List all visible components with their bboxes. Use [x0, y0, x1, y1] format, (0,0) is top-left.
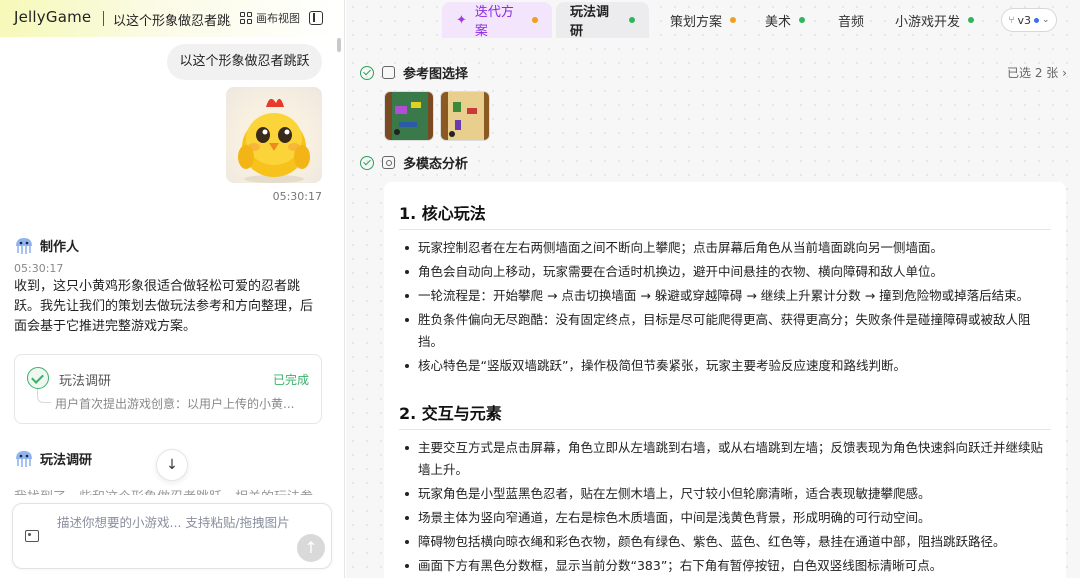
chat-panel: JellyGame 以这个形象做忍者跳跃 画布视图 以这个形象做忍者跳跃 05:… — [0, 0, 345, 578]
input-placeholder: 描述你想要的小游戏... 支持粘贴/拖拽图片 — [57, 515, 290, 530]
list-item: 玩家控制忍者在左右两侧墙面之间不断向上攀爬；点击屏幕后角色从当前墙面跳向另一侧墙… — [404, 237, 1050, 259]
grid-icon — [240, 12, 252, 24]
connector-line — [37, 389, 51, 403]
agent2-message: 我找到了一些和这个形象做忍者跳跃，相关的玩法参考 — [14, 490, 314, 501]
tab-game-dev[interactable]: 小游戏开发 — [881, 2, 988, 38]
analysis-section-header[interactable]: 多模态分析 — [360, 153, 468, 172]
status-dot — [629, 17, 635, 23]
task-title: 玩法调研 — [59, 374, 112, 389]
jellyfish-avatar-icon — [14, 237, 34, 255]
version-label: v3 — [1017, 13, 1031, 27]
reference-section-header[interactable]: 参考图选择 — [360, 63, 468, 82]
check-circle-icon — [360, 155, 374, 170]
brand-logo[interactable]: JellyGame — [14, 8, 91, 26]
selected-count-label: 已选 2 张 — [1007, 66, 1059, 80]
tab-label: 小游戏开发 — [895, 14, 961, 30]
prompt-input[interactable]: 描述你想要的小游戏... 支持粘贴/拖拽图片 ↑ — [12, 503, 332, 569]
uploaded-image[interactable] — [226, 87, 322, 183]
canvas-view-button[interactable]: 画布视图 — [240, 10, 300, 26]
game-screenshot-green — [394, 102, 421, 135]
tab-art[interactable]: 美术 — [751, 2, 819, 38]
analysis-document: 1. 核心玩法 玩家控制忍者在左右两侧墙面之间不断向上攀爬；点击屏幕后角色从当前… — [384, 182, 1066, 578]
tab-label: 迭代方案 — [474, 5, 514, 39]
heading-core-gameplay: 1. 核心玩法 — [399, 204, 486, 223]
agent-timestamp: 05:30:17 — [14, 262, 64, 275]
chevron-down-icon: ⌄ — [1041, 15, 1050, 25]
status-dot — [532, 17, 538, 23]
list-item: 主要交互方式是点击屏幕，角色立即从左墙跳到右墙，或从右墙跳到左墙；反馈表现为角色… — [404, 437, 1050, 481]
tab-label: 音频 — [838, 14, 865, 30]
list-item: 玩家角色是小型蓝黑色忍者，贴在左侧木墙上，尺寸较小但轮廓清晰，适合表现敏捷攀爬感… — [404, 483, 1050, 505]
image-upload-icon[interactable] — [25, 530, 39, 542]
collapse-sidebar-icon[interactable] — [309, 11, 323, 25]
canvas-view-label: 画布视图 — [256, 12, 300, 25]
list-item: 场景主体为竖向窄通道，左右是棕色木质墙面，中间是浅黄色背景，形成明确的可行动空间… — [404, 507, 1050, 529]
status-dot — [1033, 17, 1039, 23]
reference-thumbnail[interactable] — [384, 91, 434, 141]
tab-label: 策划方案 — [670, 14, 723, 30]
user-message: 以这个形象做忍者跳跃 — [167, 44, 322, 80]
chevron-right-icon: › — [1062, 66, 1067, 80]
core-gameplay-list: 玩家控制忍者在左右两侧墙面之间不断向上攀爬；点击屏幕后角色从当前墙面跳向另一侧墙… — [404, 237, 1050, 379]
tab-iteration[interactable]: ✦ 迭代方案 — [442, 2, 552, 39]
list-item: 一轮流程是：开始攀爬 → 点击切换墙面 → 躲避或穿越障碍 → 继续上升累计分数… — [404, 285, 1050, 307]
agent-name: 制作人 — [40, 240, 80, 255]
section-title: 多模态分析 — [403, 157, 469, 172]
tab-bar: ✦ 迭代方案 玩法调研 策划方案 美术 音频 小游戏开发 ⑂ v3 ⌄ — [346, 0, 1080, 40]
list-item: 角色会自动向上移动，玩家需要在合适时机换边，避开中间悬挂的衣物、横向障碍和敌人单… — [404, 261, 1050, 283]
tab-label: 玩法调研 — [570, 5, 610, 39]
status-dot — [968, 17, 975, 23]
game-screenshot-yellow — [449, 102, 477, 137]
agent-message: 收到，这只小黄鸡形象很适合做轻松可爱的忍者跳跃。我先让我们的策划去做玩法参考和方… — [14, 279, 314, 334]
image-icon — [382, 66, 395, 79]
list-item: 画面下方有黑色分数框，显示当前分数“383”；右下角有暂停按钮，白色双竖线图标清… — [404, 555, 1050, 577]
branch-icon: ⑂ — [1008, 14, 1015, 26]
tab-audio[interactable]: 音频 — [824, 2, 878, 38]
task-description: 用户首次提出游戏创意：以用户上传的小黄... — [55, 397, 295, 411]
scroll-down-button[interactable]: ↓ — [156, 449, 188, 481]
list-item: 障碍物包括横向晾衣绳和彩色衣物，颜色有绿色、紫色、蓝色、红色等，悬挂在通道中部，… — [404, 531, 1050, 553]
agent2-name: 玩法调研 — [40, 453, 93, 468]
check-circle-icon — [27, 367, 49, 389]
chick-illustration — [238, 98, 310, 183]
interaction-list: 主要交互方式是点击屏幕，角色立即从左墙跳到右墙，或从右墙跳到左墙；反馈表现为角色… — [404, 437, 1050, 578]
tab-label: 美术 — [765, 14, 792, 30]
tab-planning[interactable]: 策划方案 — [656, 2, 750, 38]
divider — [399, 429, 1051, 430]
check-circle-icon — [360, 65, 374, 80]
tab-gameplay-research[interactable]: 玩法调研 — [556, 2, 649, 39]
list-item: 核心特色是“竖版双墙跳跃”，操作极简但节奏紧张，玩家主要考验反应速度和路线判断。 — [404, 355, 1050, 377]
selected-count-link[interactable]: 已选 2 张 › — [1007, 64, 1067, 81]
message-timestamp: 05:30:17 — [272, 190, 322, 203]
agent-header: 制作人 — [14, 236, 79, 255]
reference-thumbnail[interactable] — [440, 91, 490, 141]
project-title[interactable]: 以这个形象做忍者跳跃 — [113, 10, 231, 29]
scrollbar[interactable] — [337, 38, 341, 52]
sparkle-icon: ✦ — [456, 12, 467, 28]
task-card[interactable]: 玩法调研 已完成 用户首次提出游戏创意：以用户上传的小黄... — [14, 354, 322, 424]
agent2-header: 玩法调研 — [14, 449, 92, 468]
list-item: 胜负条件偏向无尽跑酷：没有固定终点，目标是尽可能爬得更高、获得更高分；失败条件是… — [404, 309, 1050, 353]
divider — [399, 229, 1051, 230]
scan-icon — [382, 156, 395, 169]
jellyfish-avatar-icon — [14, 450, 34, 468]
task-status: 已完成 — [272, 373, 309, 387]
arrow-down-icon: ↓ — [166, 457, 178, 473]
divider — [103, 11, 104, 26]
heading-interaction: 2. 交互与元素 — [399, 404, 502, 423]
send-button[interactable]: ↑ — [297, 534, 325, 562]
status-dot — [799, 17, 806, 23]
section-title: 参考图选择 — [403, 67, 469, 82]
version-selector[interactable]: ⑂ v3 ⌄ — [1001, 8, 1057, 32]
top-bar: JellyGame 以这个形象做忍者跳跃 画布视图 — [0, 0, 344, 37]
workspace-panel: ✦ 迭代方案 玩法调研 策划方案 美术 音频 小游戏开发 ⑂ v3 ⌄ 参考图选… — [346, 0, 1080, 578]
status-dot — [730, 17, 737, 23]
